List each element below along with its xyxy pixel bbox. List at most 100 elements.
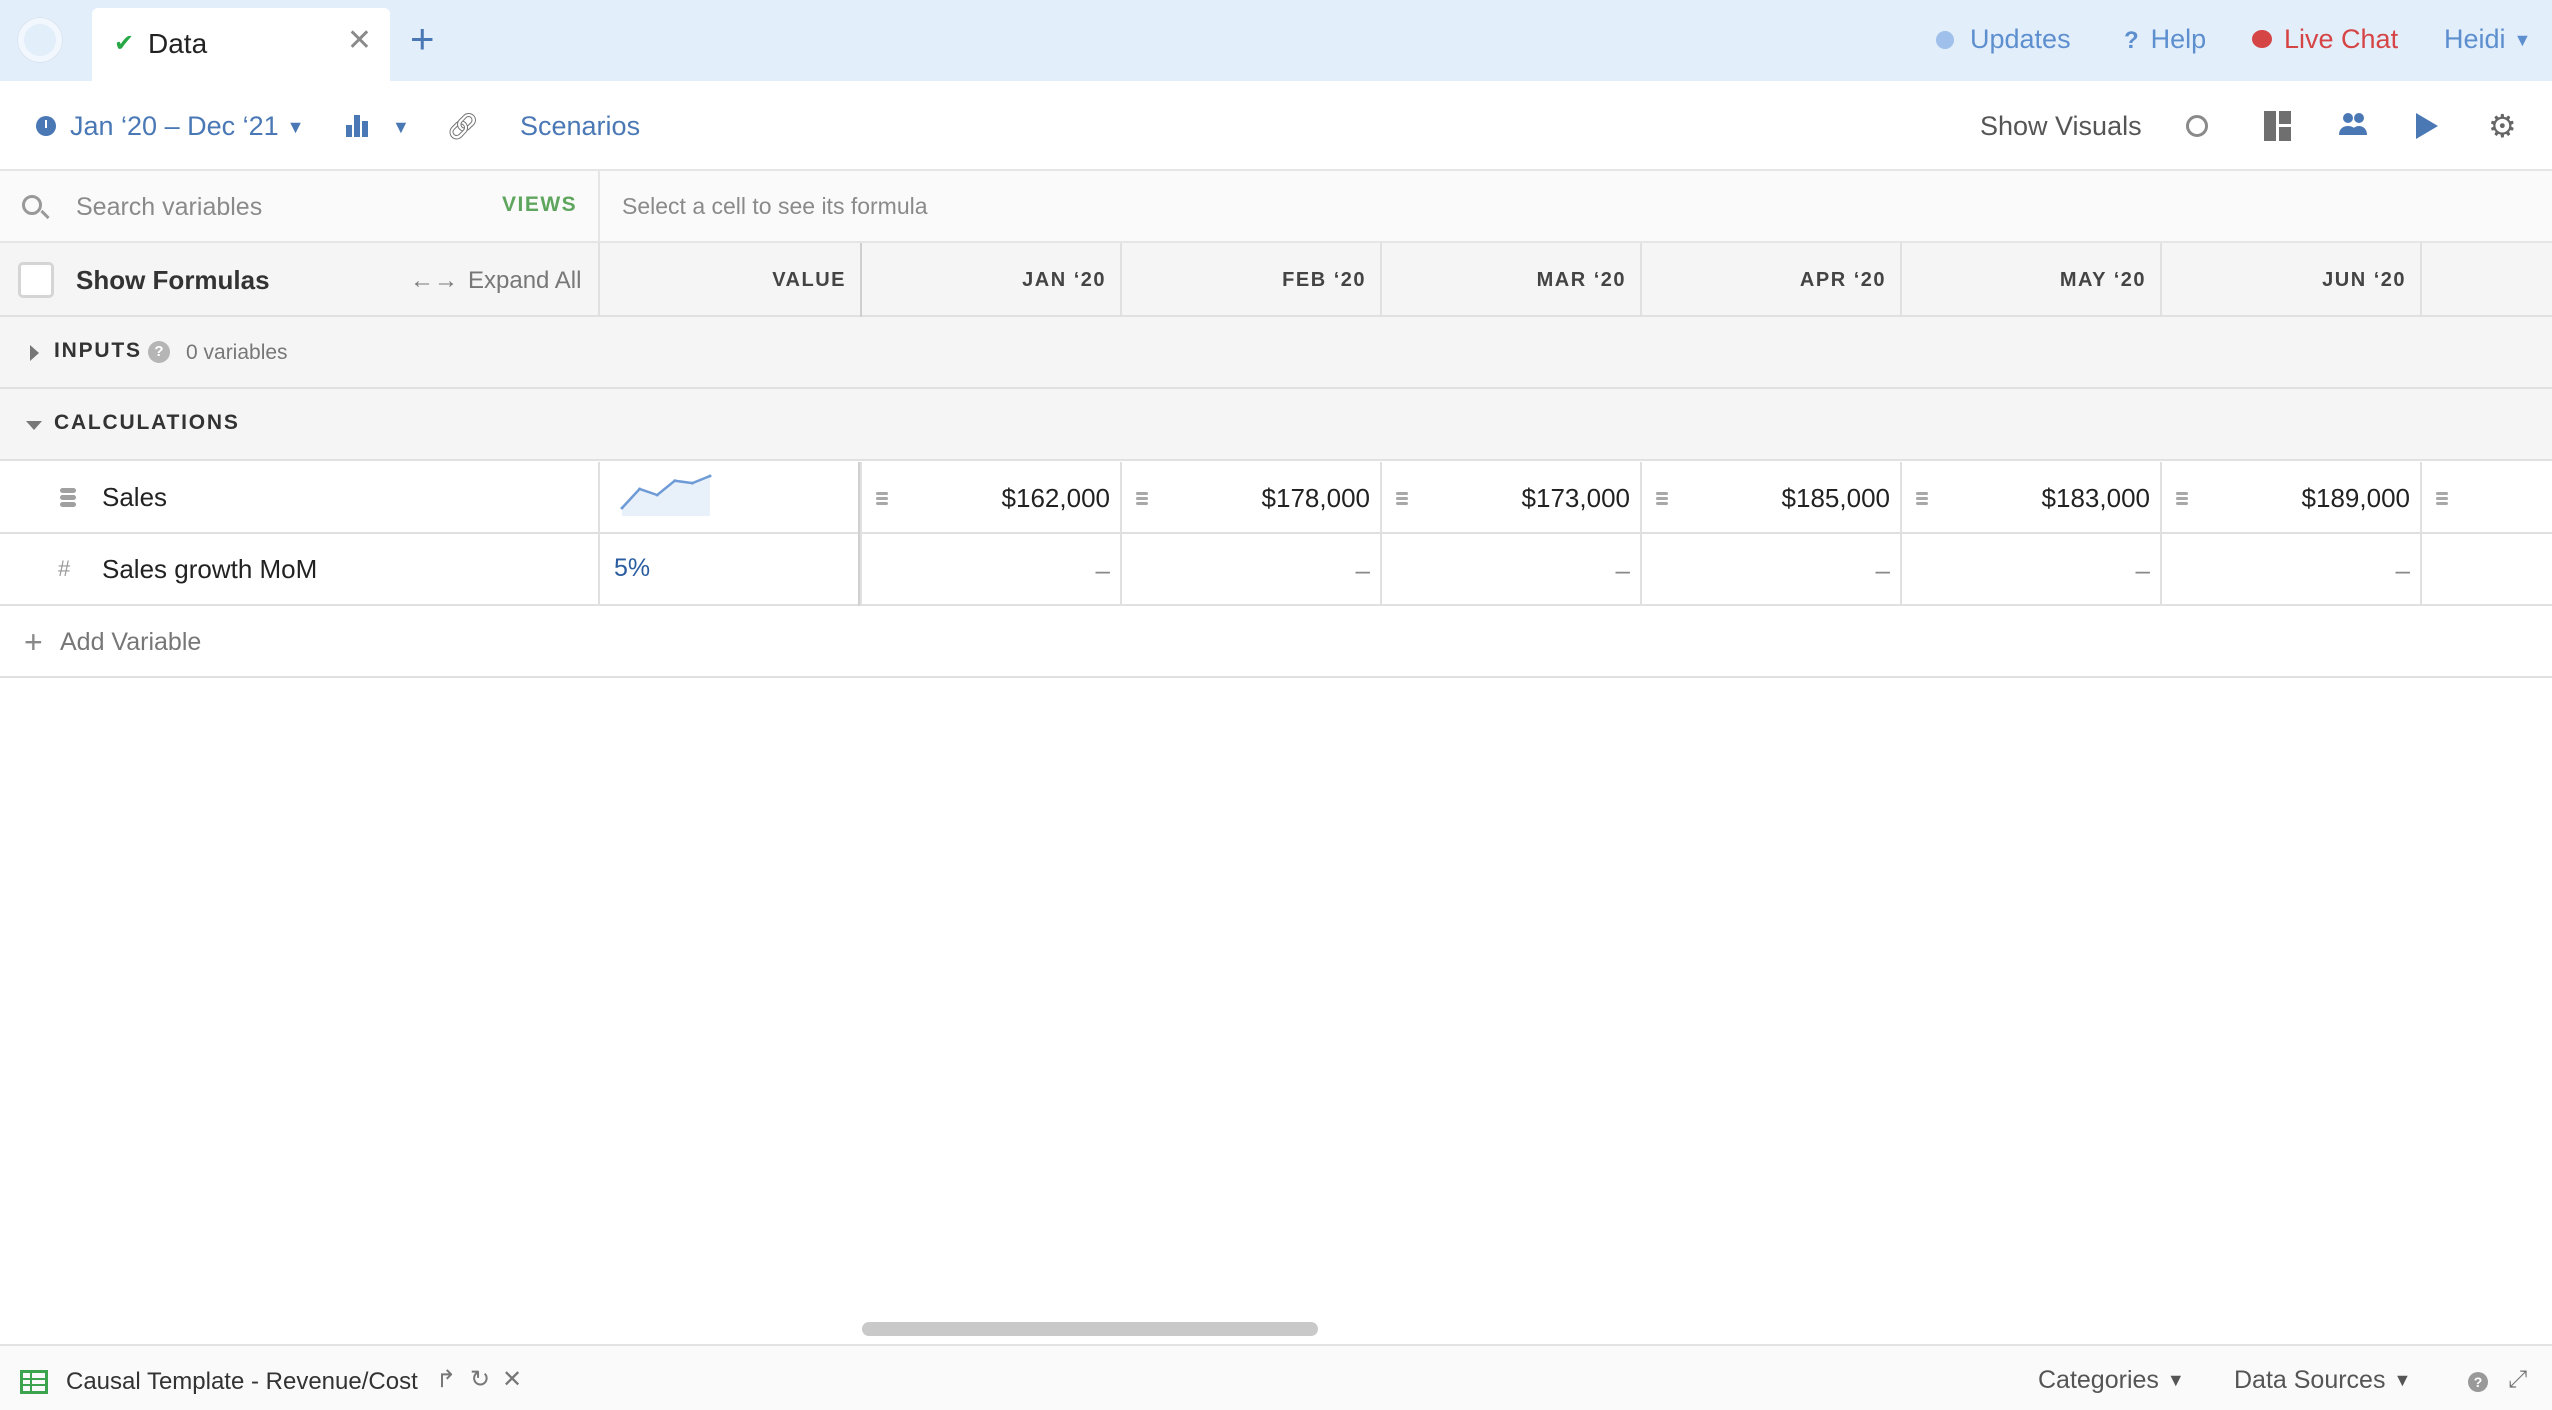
- refresh-icon[interactable]: ↻: [470, 1366, 490, 1394]
- calculations-group-row[interactable]: CALCULATIONS: [0, 389, 2552, 461]
- collaborators-icon[interactable]: [2338, 111, 2368, 141]
- database-icon: [1656, 492, 1668, 506]
- tab-label: Data: [148, 28, 208, 59]
- sparkline-point-5: [708, 474, 712, 478]
- database-icon: [60, 488, 76, 508]
- checkmark-icon: ✔: [114, 30, 135, 57]
- link-icon[interactable]: 🔗︎: [446, 109, 479, 143]
- month-column-header[interactable]: APR ‘20: [1640, 243, 1900, 317]
- data-cell[interactable]: –: [860, 534, 1120, 606]
- updates-label: Updates: [1970, 24, 2071, 54]
- expand-arrow-icon[interactable]: [30, 345, 39, 361]
- data-cell[interactable]: –: [2160, 534, 2420, 606]
- data-cell[interactable]: $185,000: [1640, 462, 1900, 534]
- gear-icon[interactable]: ⚙: [2488, 110, 2518, 142]
- data-cell[interactable]: –: [1380, 534, 1640, 606]
- cell-value: $173,000: [1521, 483, 1630, 513]
- month-column-header[interactable]: MAR ‘20: [1380, 243, 1640, 317]
- database-icon: [2176, 492, 2188, 506]
- data-cell[interactable]: $173,000: [1380, 462, 1640, 534]
- data-cell[interactable]: $178,000: [1120, 462, 1380, 534]
- scenarios-button[interactable]: Scenarios: [520, 109, 640, 143]
- database-icon: [2436, 492, 2448, 506]
- tab-data[interactable]: ✔ Data ✕: [92, 8, 390, 81]
- model-name[interactable]: Causal Template - Revenue/Cost: [66, 1368, 418, 1396]
- formula-divider: [598, 171, 600, 243]
- month-column-header[interactable]: JAN ‘20: [860, 243, 1120, 317]
- data-cell[interactable]: –: [1120, 534, 1380, 606]
- sparkline-chart: [620, 474, 712, 516]
- month-column-header[interactable]: MAY ‘20: [1900, 243, 2160, 317]
- value-cell[interactable]: [598, 462, 860, 534]
- user-menu[interactable]: Heidi ▼: [2444, 22, 2531, 57]
- user-name: Heidi: [2444, 24, 2506, 54]
- question-icon: ?: [2124, 27, 2139, 54]
- expand-all-label: Expand All: [468, 267, 582, 294]
- new-tab-button[interactable]: +: [410, 18, 435, 60]
- tab-bar: ✔ Data ✕ + Updates ? Help Live Chat Heidi…: [0, 0, 2552, 81]
- value-text: 5%: [614, 554, 651, 582]
- data-sources-dropdown[interactable]: Data Sources ▼: [2234, 1366, 2411, 1395]
- share-icon[interactable]: ↱: [436, 1366, 456, 1394]
- status-bar: Causal Template - Revenue/Cost ↱ ↻ ✕ Cat…: [0, 1344, 2552, 1410]
- variable-name[interactable]: Sales: [102, 482, 167, 513]
- add-variable-button[interactable]: Add Variable: [60, 628, 201, 657]
- history-icon[interactable]: [2186, 115, 2208, 137]
- layout-icon[interactable]: [2264, 111, 2294, 141]
- data-cell[interactable]: –: [1640, 534, 1900, 606]
- toolbar: Jan ‘20 – Dec ‘21 ▼ ▼ 🔗︎ Scenarios Show V…: [0, 81, 2552, 171]
- caret-down-icon: ▼: [392, 117, 410, 137]
- help-circle-icon[interactable]: ?: [2468, 1372, 2488, 1392]
- formula-bar[interactable]: Select a cell to see its formula: [622, 193, 928, 220]
- inputs-variable-count: 0 variables: [186, 341, 288, 364]
- date-range-label: Jan ‘20 – Dec ‘21: [70, 111, 279, 141]
- data-cell[interactable]: $189,000: [2160, 462, 2420, 534]
- categories-dropdown[interactable]: Categories ▼: [2038, 1366, 2185, 1395]
- data-cell-overflow[interactable]: [2420, 462, 2552, 534]
- expand-arrows-icon: ←→: [410, 267, 458, 294]
- collapse-arrow-icon[interactable]: [26, 421, 42, 430]
- help-label: Help: [2150, 24, 2207, 54]
- database-icon: [1916, 492, 1928, 506]
- data-cell[interactable]: $183,000: [1900, 462, 2160, 534]
- help-circle-icon[interactable]: ?: [148, 341, 170, 363]
- chart-type-dropdown[interactable]: ▼: [346, 109, 410, 144]
- help-link[interactable]: ? Help: [2124, 22, 2206, 58]
- add-variable-row[interactable]: + Add Variable: [0, 606, 2552, 678]
- month-column-header[interactable]: JUN ‘20: [2160, 243, 2420, 317]
- hash-icon: #: [58, 556, 71, 581]
- search-input[interactable]: [76, 189, 456, 225]
- month-column-header[interactable]: FEB ‘20: [1120, 243, 1380, 317]
- updates-link[interactable]: Updates: [1936, 22, 2071, 56]
- table-row[interactable]: Sales $162,000 $178,000 $173,000 $185,00…: [0, 462, 2552, 534]
- caret-down-icon: ▼: [2513, 30, 2532, 50]
- caret-down-icon: ▼: [2166, 1370, 2185, 1390]
- play-icon[interactable]: [2416, 113, 2438, 139]
- variable-name[interactable]: Sales growth MoM: [102, 554, 317, 585]
- show-visuals-button[interactable]: Show Visuals: [1980, 109, 2142, 143]
- calculations-group-label: CALCULATIONS: [54, 411, 240, 434]
- app-logo-icon[interactable]: [18, 18, 62, 62]
- close-tab-icon[interactable]: ✕: [347, 26, 372, 56]
- horizontal-scrollbar[interactable]: [862, 1322, 1318, 1336]
- expand-icon[interactable]: ⤢: [2508, 1366, 2527, 1394]
- cell-value: $162,000: [1001, 483, 1110, 513]
- search-icon: [22, 195, 42, 215]
- show-formulas-label[interactable]: Show Formulas: [76, 265, 270, 296]
- data-cell[interactable]: $162,000: [860, 462, 1120, 534]
- sparkline-point-1: [638, 487, 642, 491]
- table-row[interactable]: # Sales growth MoM 5% – – – – – –: [0, 534, 2552, 606]
- inputs-group-label: INPUTS: [54, 339, 142, 362]
- data-cell-overflow[interactable]: [2420, 534, 2552, 606]
- data-cell[interactable]: –: [1900, 534, 2160, 606]
- show-formulas-checkbox[interactable]: [18, 262, 54, 298]
- sparkline-point-0: [620, 506, 624, 510]
- cell-value: $189,000: [2301, 483, 2410, 513]
- expand-all-button[interactable]: ←→ Expand All: [410, 267, 581, 295]
- inputs-group-row[interactable]: INPUTS ? 0 variables: [0, 317, 2552, 389]
- close-icon[interactable]: ✕: [502, 1366, 522, 1394]
- views-button[interactable]: VIEWS: [502, 193, 577, 217]
- date-range-picker[interactable]: Jan ‘20 – Dec ‘21 ▼: [36, 109, 304, 144]
- live-chat-link[interactable]: Live Chat: [2252, 22, 2398, 56]
- value-cell[interactable]: 5%: [598, 534, 860, 606]
